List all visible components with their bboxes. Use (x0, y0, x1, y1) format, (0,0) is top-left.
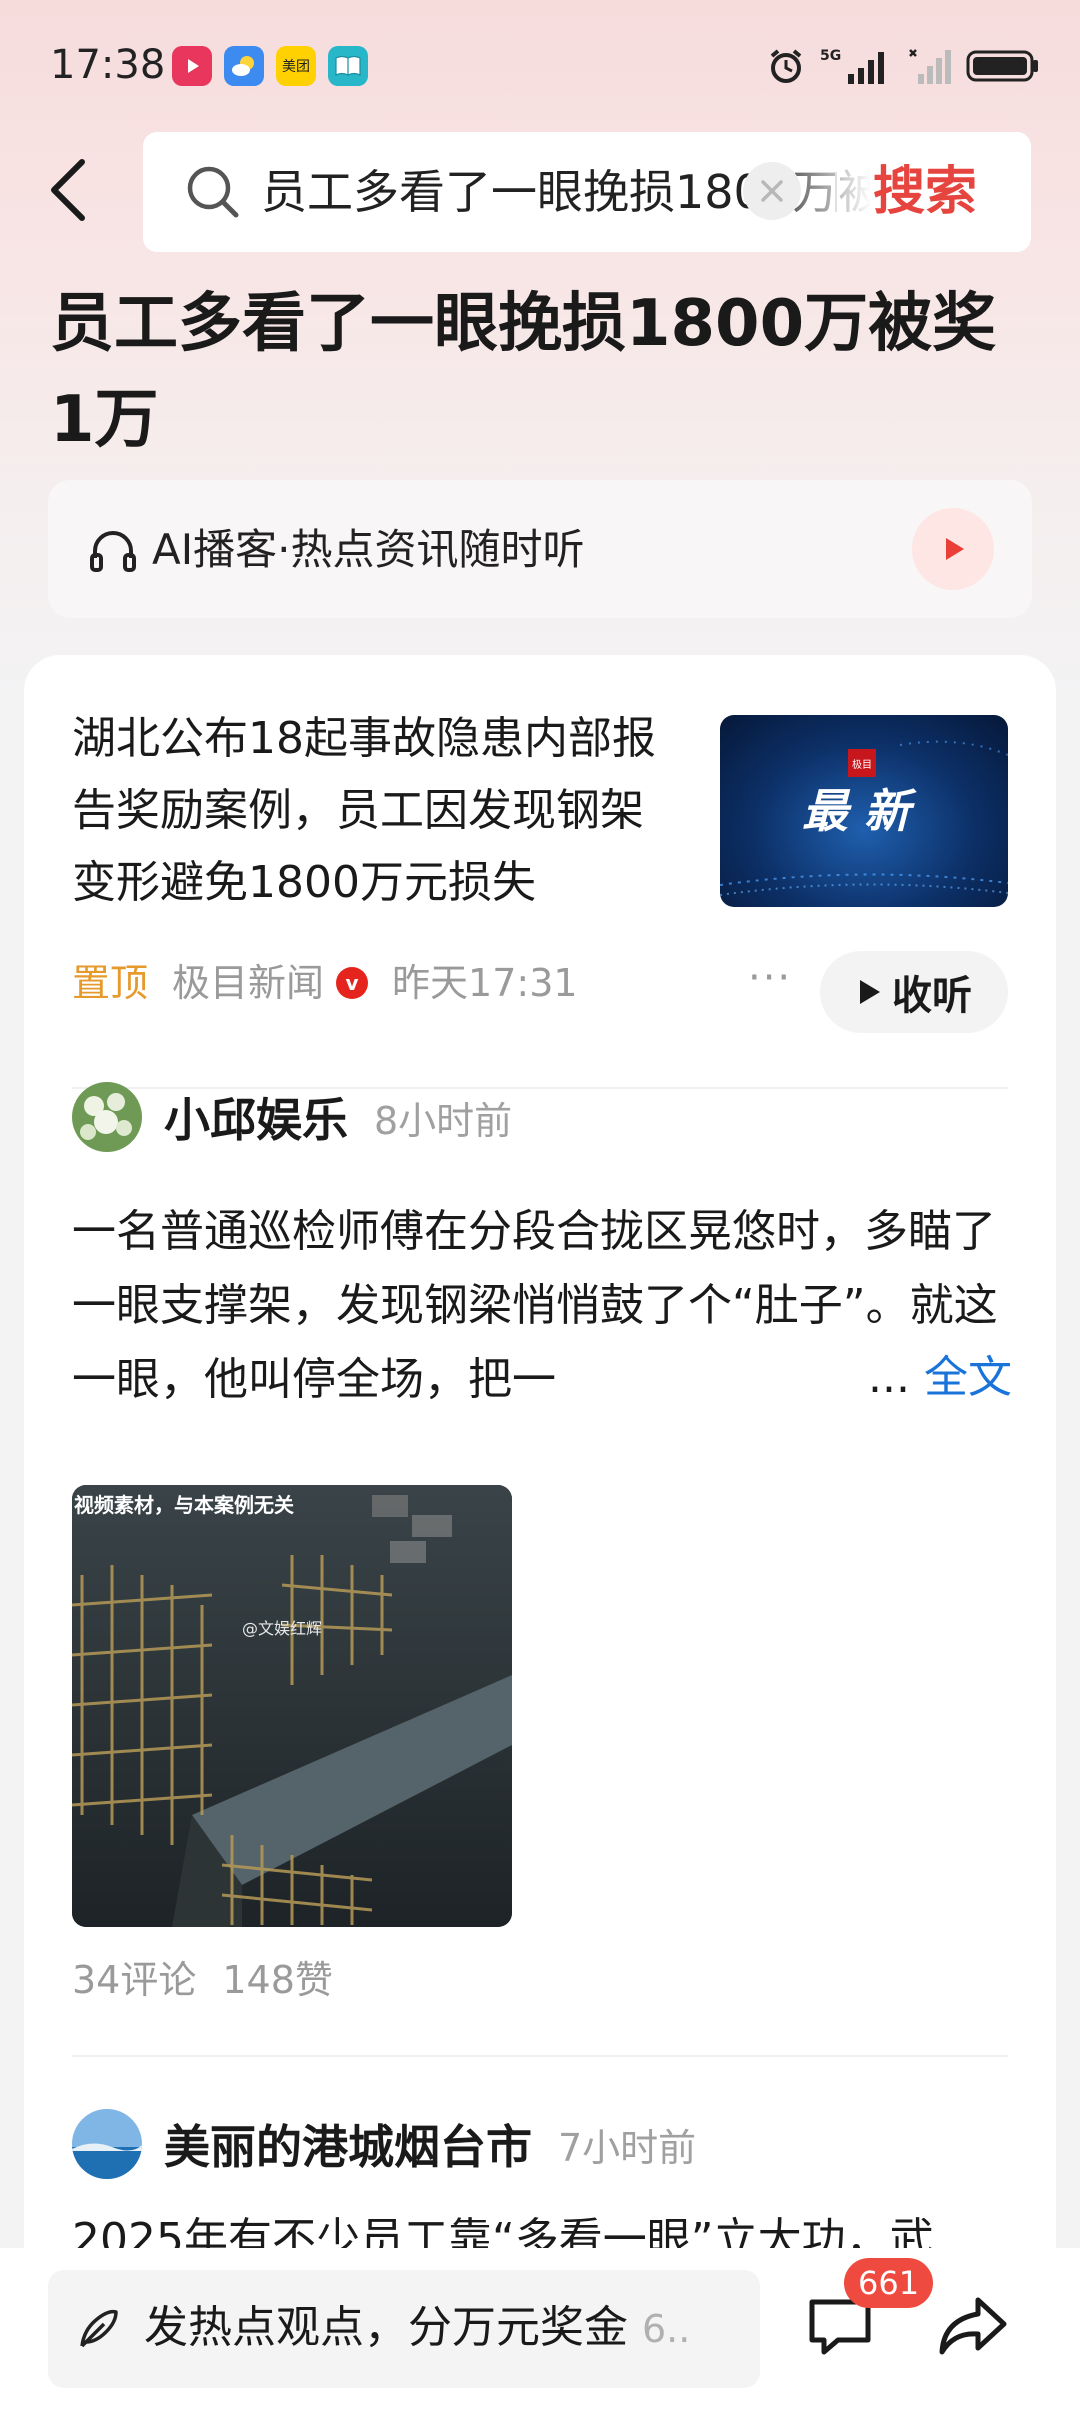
expand-full-text-link[interactable]: ... 全文 (860, 1341, 1012, 1415)
feed-card: 湖北公布18起事故隐患内部报告奖励案例，员工因发现钢架变形避免1800万元损失 … (24, 655, 1056, 2295)
alarm-icon (770, 49, 802, 83)
video-app-icon (172, 46, 212, 86)
status-indicators: 5G (766, 44, 1040, 88)
post-stats: 34评论 148赞 (72, 1949, 333, 2004)
signal-5g-icon: 5G (820, 48, 884, 84)
thumbnail-text: 最新 (802, 784, 926, 838)
share-button[interactable] (934, 2288, 1010, 2364)
bottom-bar: 发热点观点，分万元奖金 6.. 661 (0, 2248, 1080, 2412)
news-title[interactable]: 湖北公布18起事故隐患内部报告奖励案例，员工因发现钢架变形避免1800万元损失 (72, 703, 682, 919)
comment-placeholder-text: 发热点观点，分万元奖金 (144, 2302, 628, 2353)
post1-header[interactable]: 小邱娱乐 8小时前 (72, 1082, 512, 1152)
divider (72, 2055, 1008, 2057)
post-time: 8小时前 (374, 1098, 513, 1143)
podcast-play-button[interactable] (912, 508, 994, 590)
share-icon (939, 2297, 1007, 2355)
news-source[interactable]: 极目新闻 (172, 951, 324, 1015)
image-watermark: @文娱红辉 (242, 1619, 323, 1638)
author-name[interactable]: 小邱娱乐 (164, 1084, 348, 1150)
verified-icon: v (336, 967, 369, 999)
like-count[interactable]: 148赞 (222, 1949, 333, 2004)
author-name[interactable]: 美丽的港城烟台市 (164, 2111, 532, 2177)
comment-count[interactable]: 34评论 (72, 1949, 196, 2004)
scaffold-photo (72, 1485, 512, 1927)
search-divider (835, 172, 837, 212)
news-time: 昨天17:31 (392, 961, 578, 1005)
chevron-left-icon (51, 159, 85, 221)
status-bar: 17:38 美团 5G (0, 0, 1080, 132)
headphones-icon (90, 531, 136, 572)
page-title: 员工多看了一眼挽损1800万被奖1万 (50, 287, 997, 457)
play-icon (860, 980, 880, 1004)
meituan-app-icon: 美团 (276, 46, 316, 86)
news-thumbnail[interactable]: 极目 最新 (720, 715, 1008, 907)
back-button[interactable] (40, 150, 100, 230)
search-box[interactable]: 员工多看了一眼挽损1800万被奖1万 搜索 (143, 132, 1031, 252)
pinned-label: 置顶 (72, 961, 149, 1005)
comment-suffix: 6.. (642, 2307, 691, 2351)
post2-header[interactable]: 美丽的港城烟台市 7小时前 (72, 2109, 696, 2179)
svg-text:5G: 5G (820, 48, 841, 64)
avatar[interactable] (72, 1082, 142, 1152)
weather-app-icon (224, 46, 264, 86)
more-options-icon[interactable]: ··· (748, 955, 792, 1001)
comment-input[interactable]: 发热点观点，分万元奖金 6.. (48, 2270, 760, 2388)
clear-search-button[interactable] (743, 162, 801, 220)
signal-weak-icon (909, 49, 951, 84)
avatar[interactable] (72, 2109, 142, 2179)
expand-ellipsis: ... (868, 1352, 910, 1403)
search-button[interactable]: 搜索 (873, 160, 977, 224)
news-meta: 置顶 极目新闻 v 昨天17:31 (72, 951, 578, 1015)
ai-podcast-bar[interactable]: AI播客·热点资讯随时听 (48, 480, 1032, 618)
battery-icon (966, 50, 1038, 82)
listen-label: 收听 (892, 973, 972, 1019)
expand-label: 全文 (923, 1352, 1012, 1403)
post-image[interactable]: 视频素材，与本案例无关 @文娱红辉 (72, 1485, 512, 1927)
comment-placeholder: 发热点观点，分万元奖金 6.. (144, 2298, 690, 2359)
listen-button[interactable]: 收听 (820, 951, 1008, 1033)
podcast-label: AI播客·热点资讯随时听 (152, 525, 585, 574)
search-icon (187, 166, 239, 218)
reader-app-icon (328, 46, 368, 86)
play-icon (946, 538, 964, 560)
comment-count-badge: 661 (844, 2258, 934, 2308)
image-caption: 视频素材，与本案例无关 (74, 1493, 294, 1517)
status-time: 17:38 (50, 42, 166, 88)
pen-icon (80, 2309, 118, 2348)
post-time: 7小时前 (558, 2125, 697, 2170)
close-icon (761, 180, 783, 202)
thumbnail-badge: 极目 (848, 749, 876, 777)
